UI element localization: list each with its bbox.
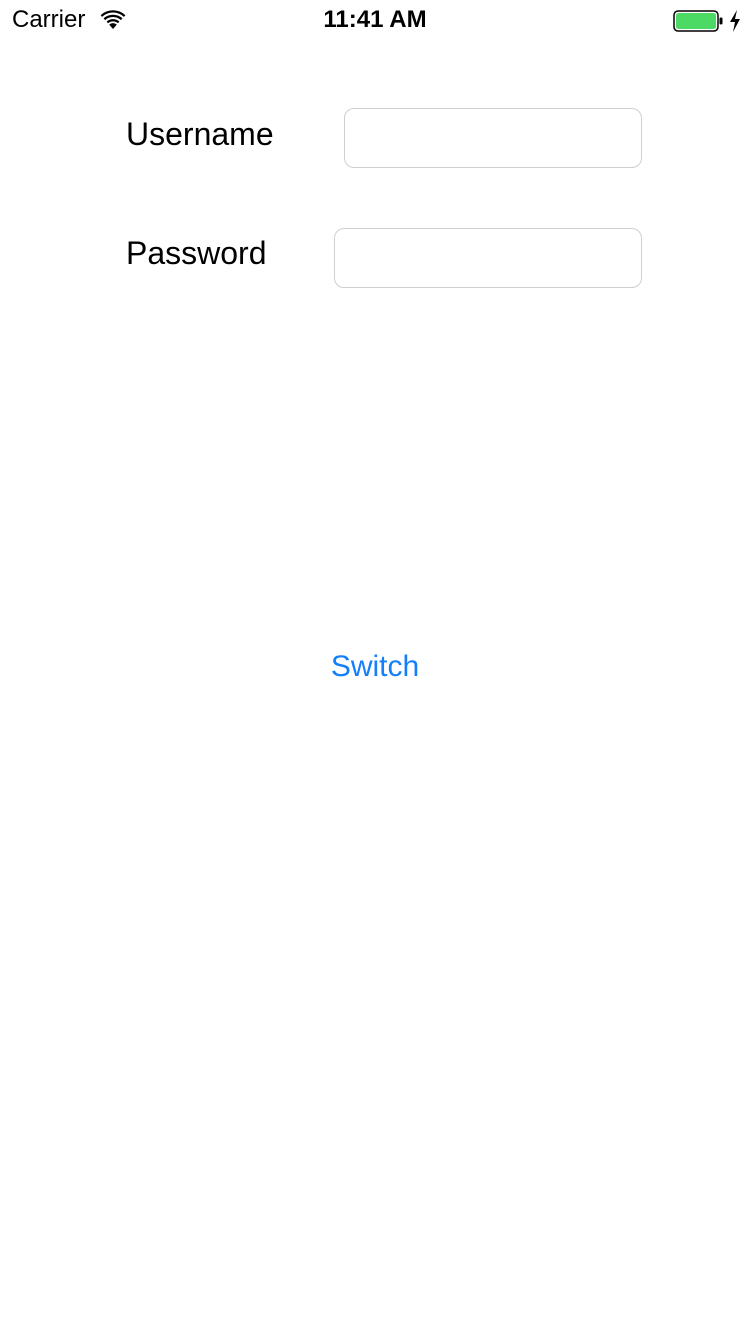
switch-button[interactable]: Switch [0, 648, 750, 686]
password-field[interactable] [334, 228, 642, 288]
battery-icon [673, 10, 723, 32]
status-time: 11:41 AM [323, 6, 427, 33]
username-field[interactable] [344, 108, 642, 168]
charging-bolt-icon [730, 10, 740, 32]
password-label: Password [126, 235, 267, 271]
username-label: Username [126, 116, 274, 152]
status-bar: Carrier 11:41 AM [0, 0, 750, 40]
